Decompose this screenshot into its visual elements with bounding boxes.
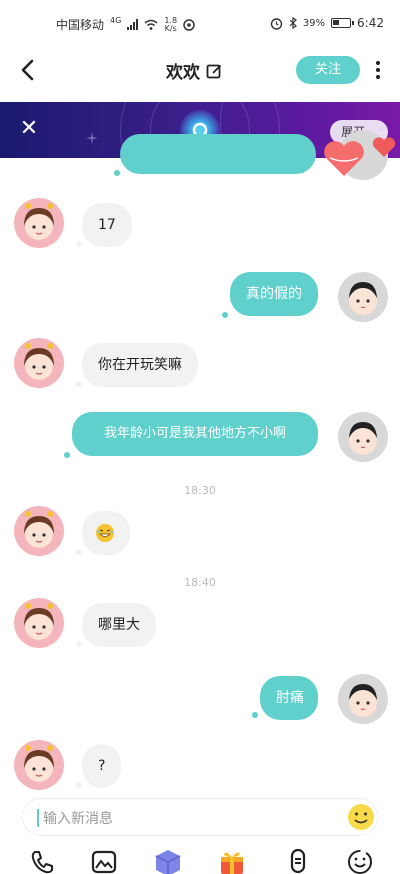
avatar-contact[interactable] (14, 338, 64, 388)
message-bubble-incoming[interactable]: 哪里大 (82, 603, 156, 647)
bubble-tail (64, 452, 70, 458)
status-left: 中国移动 4G 1.8 K/s (56, 16, 195, 33)
message-bubble-incoming[interactable]: 你在开玩笑嘛 (82, 343, 198, 387)
gift-icon[interactable] (218, 848, 246, 874)
message-bubble-outgoing[interactable]: 真的假的 (230, 272, 318, 316)
avatar-contact[interactable] (14, 740, 64, 790)
bubble-tail (76, 641, 82, 647)
bubble-tail (76, 782, 82, 788)
bubble-tail (114, 170, 120, 176)
status-bar: 中国移动 4G 1.8 K/s 39% 6:42 (0, 0, 400, 46)
boy-avatar-icon (349, 684, 377, 717)
chevron-left-icon[interactable] (14, 56, 42, 84)
follow-button[interactable]: 关注 (296, 56, 360, 84)
boy-avatar-icon (349, 422, 377, 455)
avatar-self[interactable] (338, 272, 388, 322)
soul-box-icon[interactable] (152, 848, 184, 874)
app-notification-icon (183, 18, 195, 31)
laughing-emoji-icon (96, 524, 114, 542)
status-right: 39% 6:42 (270, 16, 384, 30)
bluetooth-icon (289, 17, 297, 29)
battery-icon (331, 18, 355, 28)
battery-percent: 39% (302, 17, 326, 29)
message-bubble-outgoing[interactable] (120, 134, 316, 174)
more-options-icon[interactable] (368, 54, 388, 86)
avatar-contact[interactable] (14, 506, 64, 556)
bubble-tail (222, 312, 228, 318)
heart-icon (324, 141, 364, 176)
avatar-contact[interactable] (14, 598, 64, 648)
avatar-contact[interactable] (14, 198, 64, 248)
message-input-placeholder: 输入新消息 (43, 811, 113, 827)
alarm-icon (270, 17, 283, 30)
girl-avatar-icon (24, 203, 54, 240)
message-bubble-outgoing[interactable]: 肘痛 (260, 676, 318, 720)
message-input[interactable]: 输入新消息 (22, 798, 378, 836)
sparkle-icon (86, 132, 98, 144)
chat-header: 欢欢 关注 (0, 46, 400, 98)
bubble-tail (76, 549, 82, 555)
text-cursor (37, 809, 39, 827)
girl-avatar-icon (24, 603, 54, 640)
clock: 6:42 (357, 16, 384, 30)
avatar-self[interactable] (338, 412, 388, 462)
phone-icon[interactable] (28, 848, 56, 874)
voice-icon[interactable] (284, 848, 312, 874)
network-type: 4G (110, 16, 122, 25)
message-bubble-incoming[interactable]: ? (82, 744, 122, 788)
bubble-tail (76, 381, 82, 387)
title-area[interactable]: 欢欢 (166, 58, 222, 83)
girl-avatar-icon (24, 745, 54, 782)
heart-icon (372, 137, 396, 157)
girl-avatar-icon (24, 343, 54, 380)
signal-icon (127, 19, 139, 30)
message-bubble-incoming[interactable]: 17 (82, 203, 132, 247)
edit-icon[interactable] (206, 63, 222, 79)
girl-avatar-icon (24, 511, 54, 548)
carrier-label: 中国移动 (56, 18, 105, 32)
emoji-picker-icon[interactable] (346, 802, 376, 832)
avatar-self[interactable] (338, 674, 388, 724)
timestamp: 18:30 (184, 484, 216, 497)
message-bubble-incoming[interactable]: 😂 (82, 511, 130, 555)
emoji-face-icon[interactable] (346, 848, 374, 874)
chat-title: 欢欢 (166, 63, 200, 83)
message-bubble-outgoing[interactable]: 我年龄小可是我其他地方不小啊 (72, 412, 318, 456)
close-icon[interactable]: ✕ (16, 116, 42, 142)
bubble-tail (252, 712, 258, 718)
boy-avatar-icon (349, 282, 377, 315)
bottom-toolbar (0, 846, 400, 874)
net-speed: 1.8 K/s (164, 15, 178, 33)
image-icon[interactable] (90, 848, 118, 874)
bubble-tail (76, 241, 82, 247)
timestamp: 18:40 (184, 576, 216, 589)
wifi-icon (144, 19, 158, 30)
